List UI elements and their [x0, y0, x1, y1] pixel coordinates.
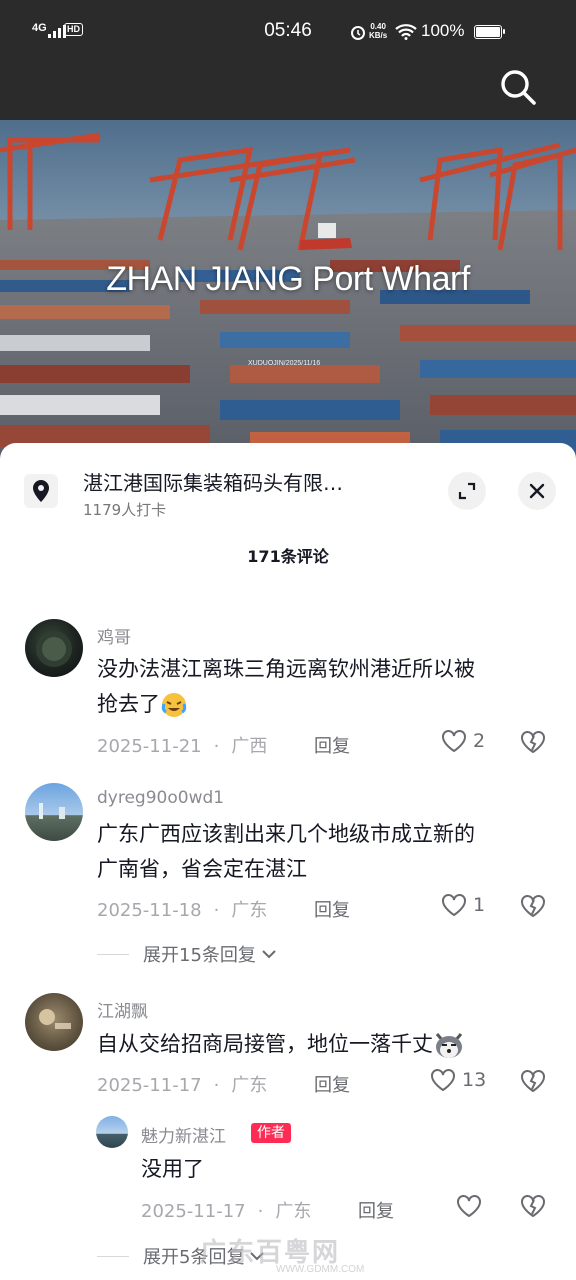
- comment-meta: 2025-11-21 · 广西: [97, 736, 268, 757]
- chevron-down-icon: [262, 950, 276, 959]
- dislike-icon[interactable]: [520, 1194, 546, 1218]
- like-button[interactable]: 2: [441, 729, 485, 753]
- reply-button[interactable]: 回复: [314, 1071, 350, 1097]
- heart-icon: [442, 894, 466, 917]
- comment-text: 没办法湛江离珠三角远离钦州港近所以被 抢去了: [97, 652, 547, 722]
- avatar[interactable]: [25, 619, 83, 677]
- like-button[interactable]: 1: [441, 893, 485, 917]
- comment-text: 自从交给招商局接管，地位一落千丈: [97, 1027, 547, 1062]
- heart-icon[interactable]: [456, 1194, 482, 1218]
- heart-icon: [442, 730, 466, 753]
- close-button[interactable]: [518, 472, 556, 510]
- avatar[interactable]: [25, 993, 83, 1051]
- like-button[interactable]: 13: [430, 1068, 486, 1092]
- like-count: 13: [462, 1069, 487, 1091]
- reply-button[interactable]: 回复: [314, 896, 350, 922]
- comment-username[interactable]: 江湖飘: [97, 997, 148, 1022]
- top-bar: 4G HD 05:46 0.40 KB/s 100%: [0, 0, 576, 120]
- close-icon: [529, 483, 545, 499]
- battery-percent: 100%: [421, 21, 465, 40]
- reply-username[interactable]: 魅力新湛江: [141, 1122, 226, 1147]
- location-icon: [24, 474, 58, 508]
- hero-stamp: XUDUOJIN/2025/11/16: [248, 360, 321, 367]
- reply-button[interactable]: 回复: [358, 1197, 394, 1223]
- expand-replies-button[interactable]: 展开15条回复: [97, 941, 278, 967]
- laugh-cry-emoji-icon: [161, 693, 187, 717]
- battery-icon: [474, 25, 505, 39]
- alarm-icon: [351, 26, 365, 40]
- comment-text: 广东广西应该割出来几个地级市成立新的 广南省，省会定在湛江: [97, 822, 475, 881]
- husky-emoji-icon: [435, 1033, 463, 1058]
- like-count: 1: [473, 894, 486, 916]
- reply-button[interactable]: 回复: [314, 732, 350, 758]
- hero-title: ZHAN JIANG Port Wharf: [106, 260, 470, 298]
- net-speed: 0.40 KB/s: [369, 22, 388, 40]
- expand-icon: [458, 482, 476, 500]
- heart-icon: [431, 1069, 455, 1092]
- hero-photo[interactable]: ZHAN JIANG Port Wharf XUDUOJIN/2025/11/1…: [0, 120, 576, 460]
- wifi-icon: [395, 24, 417, 40]
- watermark-url: WWW.GDMM.COM: [276, 1264, 365, 1275]
- comment-meta: 2025-11-18 · 广东: [97, 900, 268, 921]
- comment-username[interactable]: 鸡哥: [97, 623, 131, 648]
- status-bar: 4G HD 05:46 0.40 KB/s 100%: [0, 18, 576, 48]
- reply-meta: 2025-11-17 · 广东: [141, 1201, 312, 1222]
- avatar[interactable]: [96, 1116, 128, 1148]
- search-icon[interactable]: [497, 66, 539, 108]
- dislike-icon[interactable]: [520, 894, 546, 918]
- author-badge: 作者: [251, 1123, 291, 1143]
- location-name[interactable]: 湛江港国际集装箱码头有限…: [83, 467, 413, 496]
- avatar[interactable]: [25, 783, 83, 841]
- expand-button[interactable]: [448, 472, 486, 510]
- comment-count: 171条评论: [247, 547, 329, 566]
- dislike-icon[interactable]: [520, 1069, 546, 1093]
- like-count: 2: [473, 730, 486, 752]
- checkin-count: 1179人打卡: [83, 501, 167, 519]
- comment-meta: 2025-11-17 · 广东: [97, 1075, 268, 1096]
- comment-username[interactable]: dyreg90o0wd1: [97, 788, 224, 808]
- dislike-icon[interactable]: [520, 730, 546, 754]
- reply-text: 没用了: [141, 1157, 204, 1181]
